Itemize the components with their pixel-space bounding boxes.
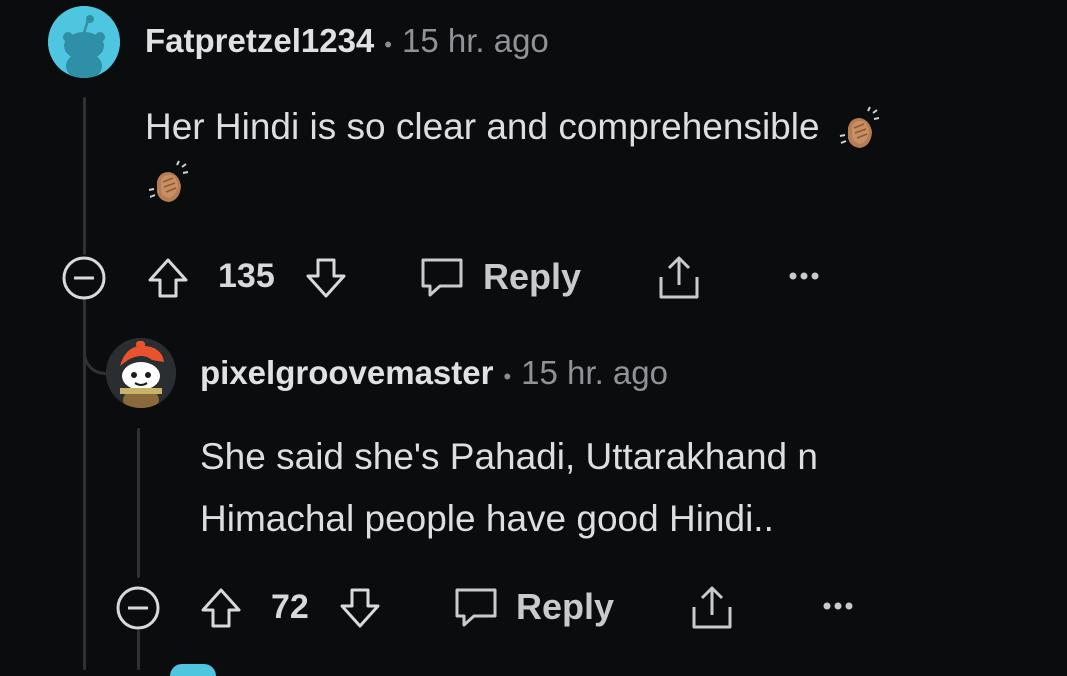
upvote-button[interactable]	[198, 584, 244, 632]
upvote-arrow-icon	[201, 588, 241, 628]
collapse-button[interactable]	[114, 584, 162, 632]
clapping-hands-icon	[839, 106, 880, 149]
reply-label[interactable]: Reply	[516, 586, 614, 628]
next-avatar-partial	[170, 664, 216, 676]
share-button[interactable]	[655, 252, 703, 302]
avatar[interactable]	[106, 338, 176, 408]
downvote-arrow-icon	[306, 258, 346, 298]
thread-line-reply-lower	[137, 630, 140, 670]
comment-body: She said she's Pahadi, Uttarakhand n Him…	[200, 426, 1000, 550]
thread-line-reply[interactable]	[137, 428, 140, 578]
collapse-icon	[116, 586, 160, 630]
comment-body-emoji-line	[145, 160, 191, 206]
collapse-button[interactable]	[60, 254, 108, 302]
share-icon	[692, 586, 732, 629]
downvote-button[interactable]	[303, 254, 349, 302]
meta-separator: •	[503, 364, 512, 389]
more-dots-icon	[823, 602, 853, 610]
snoo-avatar-icon	[106, 338, 176, 408]
timestamp: 15 hr. ago	[401, 22, 549, 59]
comment-meta: pixelgroovemaster • 15 hr. ago	[200, 354, 668, 392]
more-dots-icon	[789, 272, 819, 280]
meta-separator: •	[384, 32, 392, 57]
more-options-button[interactable]	[820, 594, 856, 618]
snoo-avatar-icon	[48, 6, 120, 78]
username[interactable]: pixelgroovemaster	[200, 354, 493, 392]
timestamp: 15 hr. ago	[521, 354, 668, 391]
downvote-arrow-icon	[340, 588, 380, 628]
comment-text-line: Himachal people have good Hindi..	[200, 498, 774, 539]
more-options-button[interactable]	[786, 264, 822, 288]
reply-button[interactable]	[451, 582, 501, 632]
comment-text-line: She said she's Pahadi, Uttarakhand n	[200, 436, 818, 477]
share-button[interactable]	[688, 582, 736, 632]
comment-meta: Fatpretzel1234 • 15 hr. ago	[145, 22, 549, 60]
vote-score: 72	[271, 588, 309, 626]
collapse-icon	[62, 256, 106, 300]
share-icon	[659, 256, 699, 299]
comment-body: Her Hindi is so clear and comprehensible	[145, 96, 1005, 158]
vote-score: 135	[218, 257, 275, 295]
thread-line-main[interactable]	[83, 97, 86, 255]
comment-text: Her Hindi is so clear and comprehensible	[145, 106, 820, 147]
reply-bubble-icon	[421, 258, 463, 297]
upvote-arrow-icon	[148, 258, 188, 298]
username[interactable]: Fatpretzel1234	[145, 22, 374, 60]
avatar[interactable]	[48, 6, 120, 78]
reply-label[interactable]: Reply	[483, 256, 581, 298]
reply-bubble-icon	[455, 588, 497, 627]
reply-button[interactable]	[417, 252, 467, 302]
clapping-hands-icon	[148, 160, 189, 202]
upvote-button[interactable]	[145, 254, 191, 302]
downvote-button[interactable]	[337, 584, 383, 632]
